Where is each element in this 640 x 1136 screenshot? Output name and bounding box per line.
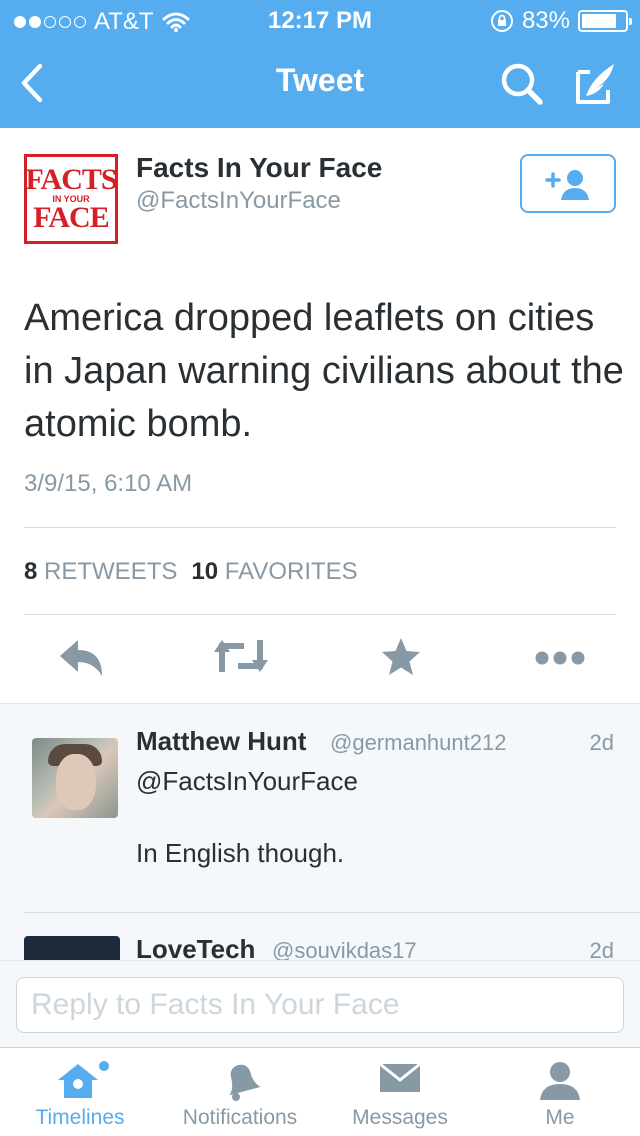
tweet-actions [0,636,640,686]
avatar-logo-line: FACTS [25,163,117,196]
add-user-icon [545,169,589,200]
avatar[interactable] [24,936,120,963]
replies-list: Matthew Hunt @germanhunt212 2d @FactsInY… [0,703,640,963]
envelope-icon [379,1062,421,1092]
retweet-icon[interactable] [214,636,268,676]
reply-author-name[interactable]: Matthew Hunt [136,726,306,757]
tweet-timestamp: 3/9/15, 6:10 AM [24,470,193,497]
tab-notifications[interactable]: Notifications [160,1048,320,1136]
author-name[interactable]: Facts In Your Face [136,152,382,184]
favorites-stat[interactable]: 10 FAVORITES [191,558,357,586]
tweet-text: America dropped leaflets on cities in Ja… [24,297,624,445]
compose-icon[interactable] [570,58,622,110]
reply-input[interactable] [16,977,624,1033]
home-icon [58,1061,109,1098]
tweet-stats: 8 RETWEETS 10 FAVORITES [24,558,358,586]
reply-bar [0,960,640,1048]
star-icon[interactable] [380,636,422,678]
tab-bar: Timelines Notifications Messages Me [0,1047,640,1136]
tab-me[interactable]: Me [480,1048,640,1136]
top-bar: AT&T 12:17 PM 83% Tweet [0,0,640,128]
reply-author-name[interactable]: LoveTech [136,934,255,963]
tab-label: Messages [352,1106,448,1129]
tab-label: Me [545,1106,575,1129]
divider [24,527,616,528]
avatar[interactable] [32,738,118,818]
reply-age: 2d [589,730,614,755]
avatar-logo-line: FACE [33,201,109,234]
rotation-lock-icon [490,10,513,32]
retweets-stat[interactable]: 8 RETWEETS [24,558,177,586]
status-bar: AT&T 12:17 PM 83% [0,0,640,40]
battery-percent: 83% [521,7,570,34]
divider [24,912,640,913]
author-avatar[interactable]: FACTS IN YOUR FACE [24,154,118,244]
more-icon[interactable] [534,650,586,666]
divider [24,614,616,615]
author-handle[interactable]: @FactsInYourFace [136,187,341,215]
reply-mention[interactable]: @FactsInYourFace [136,766,358,797]
reply-author-handle[interactable]: @germanhunt212 [330,730,506,756]
reply-icon[interactable] [56,636,106,680]
bell-icon [229,1064,261,1101]
tab-messages[interactable]: Messages [320,1048,480,1136]
reply-text: In English though. [136,838,345,868]
follow-button[interactable] [520,154,616,213]
tab-label: Notifications [182,1106,298,1129]
tab-label: Timelines [35,1106,125,1129]
person-icon [540,1062,580,1100]
tab-timelines[interactable]: Timelines [0,1048,160,1136]
battery-icon [578,10,632,32]
status-right: 83% [490,7,632,35]
search-icon[interactable] [498,60,546,108]
